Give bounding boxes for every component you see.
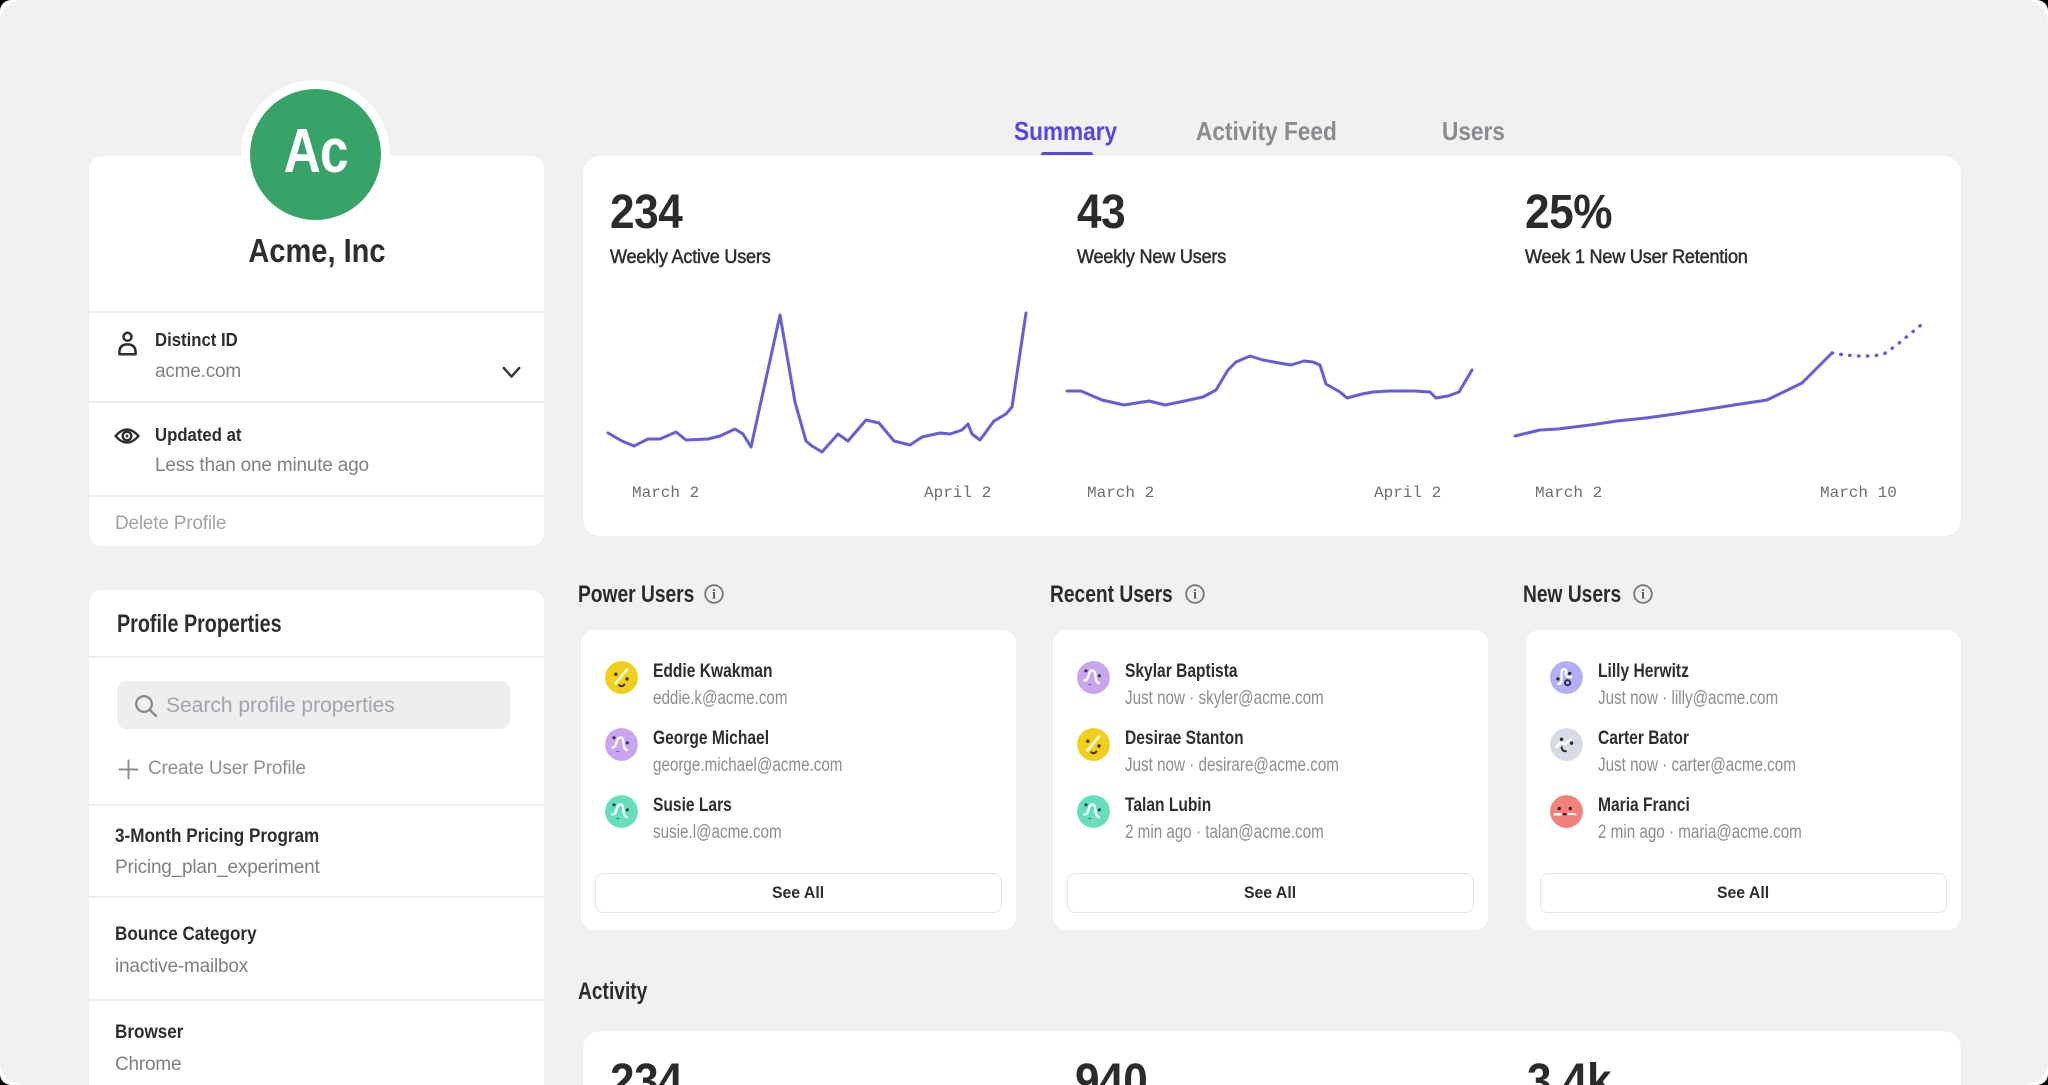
svg-text:i: i	[1641, 587, 1645, 602]
svg-text:i: i	[712, 587, 716, 602]
svg-text:i: i	[1193, 587, 1197, 602]
